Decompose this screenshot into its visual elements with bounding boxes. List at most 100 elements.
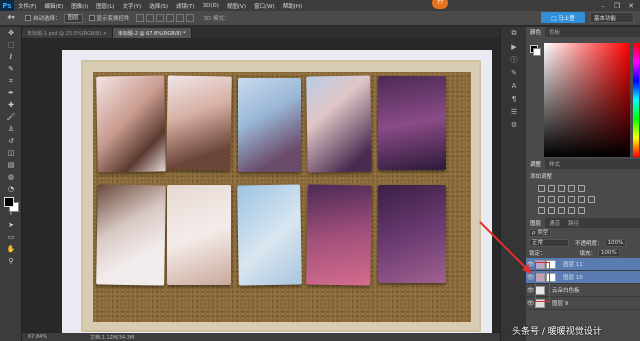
- layer-name[interactable]: 云朵白色板: [552, 286, 580, 294]
- menu-image[interactable]: 图像(I): [67, 2, 92, 10]
- workspace-select[interactable]: 基本功能: [590, 12, 634, 23]
- align-middle-icon[interactable]: [145, 14, 154, 22]
- menu-view[interactable]: 视图(V): [223, 2, 250, 10]
- selective-color-icon[interactable]: [578, 207, 585, 214]
- foreground-color-swatch[interactable]: [4, 197, 14, 207]
- align-bottom-icon[interactable]: [155, 14, 164, 22]
- auto-select-checkbox[interactable]: [25, 15, 31, 21]
- brush-icon[interactable]: 🖌: [0, 111, 22, 123]
- exposure-icon[interactable]: [568, 185, 575, 192]
- character-icon[interactable]: A: [501, 79, 527, 92]
- levels-icon[interactable]: [548, 185, 555, 192]
- layer-name[interactable]: 图层 9: [552, 299, 568, 307]
- tab-paths[interactable]: 路径: [564, 218, 583, 228]
- eraser-icon[interactable]: ◫: [0, 147, 22, 159]
- tab-document-2[interactable]: 未标题-2 @ 67.8%(RGB/8) *: [112, 28, 192, 38]
- layer-name[interactable]: 图层 11: [563, 260, 583, 268]
- tab-channels[interactable]: 通道: [545, 218, 564, 228]
- auto-select-dropdown[interactable]: 图层: [63, 13, 83, 23]
- path-select-icon[interactable]: ➤: [0, 219, 22, 231]
- fill-input[interactable]: 100%: [598, 249, 620, 257]
- opacity-input[interactable]: 100%: [604, 239, 627, 247]
- quick-select-icon[interactable]: ✎: [0, 63, 22, 75]
- notification-badge[interactable]: 77: [432, 0, 448, 9]
- lasso-icon[interactable]: ℓ: [0, 51, 22, 63]
- align-center-icon[interactable]: [175, 14, 184, 22]
- zoom-icon[interactable]: ⚲: [0, 255, 22, 267]
- menu-type[interactable]: 文字(Y): [119, 2, 146, 10]
- zoom-level[interactable]: 67.84%: [28, 334, 52, 340]
- menu-file[interactable]: 文件(F): [14, 2, 40, 10]
- menu-3d[interactable]: 3D(D): [199, 3, 223, 9]
- show-transform-checkbox[interactable]: [88, 15, 95, 21]
- eye-icon[interactable]: 👁: [526, 274, 535, 281]
- menu-select[interactable]: 选择(S): [145, 2, 172, 10]
- vibrance-icon[interactable]: [578, 185, 585, 192]
- history-icon[interactable]: ⧉: [501, 27, 527, 40]
- menu-filter[interactable]: 滤镜(T): [172, 2, 199, 10]
- marquee-icon[interactable]: ⬚: [0, 39, 22, 51]
- history-brush-icon[interactable]: ↺: [0, 135, 22, 147]
- tool-preset-icon[interactable]: ⚙: [501, 118, 527, 131]
- shape-icon[interactable]: ▭: [0, 231, 22, 243]
- align-left-icon[interactable]: [165, 14, 174, 22]
- align-right-icon[interactable]: [185, 14, 194, 22]
- canvas-area[interactable]: [22, 38, 500, 333]
- threshold-icon[interactable]: [558, 207, 565, 214]
- blur-icon[interactable]: ◍: [0, 171, 22, 183]
- panel-background-swatch[interactable]: [533, 48, 541, 56]
- eye-icon[interactable]: 👁: [526, 300, 535, 307]
- layer-kind-filter[interactable]: ρ 类型: [529, 229, 552, 237]
- gradient-map-icon[interactable]: [568, 207, 575, 214]
- menu-help[interactable]: 帮助(H): [279, 2, 306, 10]
- healing-icon[interactable]: ✚: [0, 99, 22, 111]
- workspace-login-button[interactable]: □ 马上登: [541, 12, 585, 23]
- tab-document-1[interactable]: 未标题-1.psd @ 23.5%(RGB/8) ×: [22, 28, 113, 38]
- tab-adjustments[interactable]: 调整: [526, 159, 546, 169]
- menu-edit[interactable]: 编辑(E): [40, 2, 67, 10]
- channel-mixer-icon[interactable]: [578, 196, 585, 203]
- close-button[interactable]: ✕: [624, 0, 638, 11]
- tab-color[interactable]: 颜色: [526, 27, 546, 37]
- menu-window[interactable]: 窗口(W): [250, 2, 279, 10]
- eyedropper-icon[interactable]: ✒: [0, 87, 22, 99]
- tab-layers[interactable]: 图层: [526, 218, 546, 228]
- tab-styles[interactable]: 样式: [545, 159, 564, 169]
- align-top-icon[interactable]: [135, 14, 144, 22]
- hand-icon[interactable]: ✋: [0, 243, 22, 255]
- menu-layer[interactable]: 图层(L): [92, 2, 118, 10]
- dodge-icon[interactable]: ◔: [0, 183, 22, 195]
- stamp-icon[interactable]: ♙: [0, 123, 22, 135]
- paragraph-icon[interactable]: ¶: [501, 92, 527, 105]
- photo-filter-icon[interactable]: [568, 196, 575, 203]
- bw-icon[interactable]: [558, 196, 565, 203]
- minimize-button[interactable]: –: [596, 0, 610, 11]
- lookup-icon[interactable]: [588, 196, 595, 203]
- eye-icon[interactable]: 👁: [526, 261, 535, 268]
- maximize-button[interactable]: ❐: [610, 0, 624, 11]
- move-tool-icon[interactable]: ✥▾: [3, 12, 19, 24]
- brush-preset-icon[interactable]: ✎: [501, 66, 527, 79]
- properties-icon[interactable]: ☰: [501, 105, 527, 118]
- adjustments-title: 添加调整: [530, 174, 553, 180]
- photo-tile: [378, 185, 446, 283]
- tab-swatches[interactable]: 色板: [545, 27, 564, 37]
- posterize-icon[interactable]: [548, 207, 555, 214]
- layer-name[interactable]: 图层 10: [563, 273, 583, 281]
- curves-icon[interactable]: [558, 185, 565, 192]
- crop-icon[interactable]: ⌗: [0, 75, 22, 87]
- eye-icon[interactable]: 👁: [526, 287, 535, 294]
- color-balance-icon[interactable]: [548, 196, 555, 203]
- hue-sat-icon[interactable]: [538, 196, 545, 203]
- brightness-icon[interactable]: [538, 185, 545, 192]
- color-picker-field[interactable]: [544, 43, 630, 157]
- blend-mode-select[interactable]: 正常: [529, 239, 569, 247]
- hue-slider[interactable]: [633, 43, 639, 157]
- gradient-icon[interactable]: ▤: [0, 159, 22, 171]
- move-icon[interactable]: ✥: [0, 27, 22, 39]
- actions-icon[interactable]: ▶: [501, 40, 527, 53]
- invert-icon[interactable]: [538, 207, 545, 214]
- align-buttons[interactable]: [135, 14, 194, 22]
- status-bar: 67.84% 文档:1.12M/34.3M: [22, 333, 500, 341]
- info-icon[interactable]: ⓘ: [501, 53, 527, 66]
